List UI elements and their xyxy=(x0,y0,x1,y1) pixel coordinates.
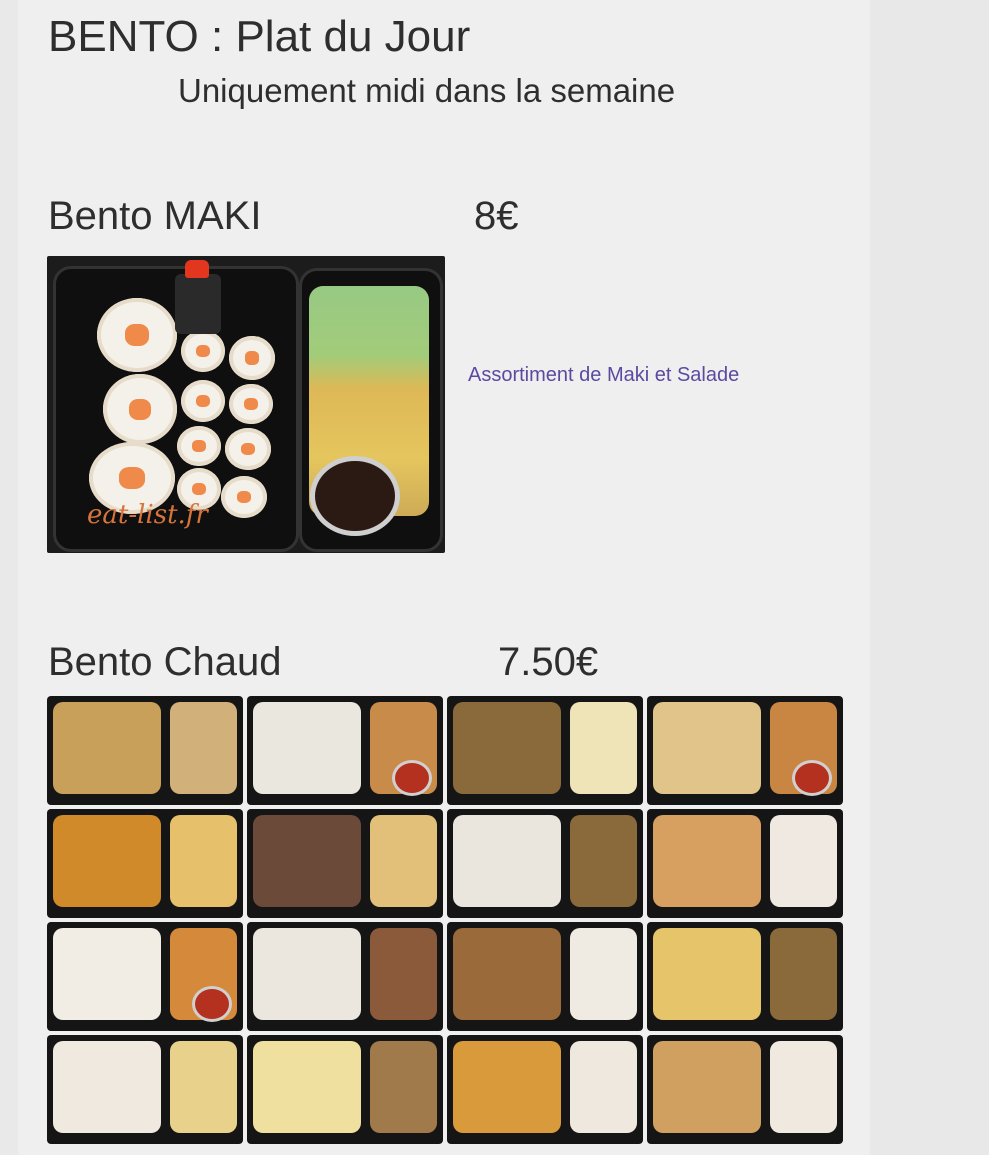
bento-compartment xyxy=(253,815,361,907)
bento-compartment xyxy=(570,815,637,907)
item-description-maki[interactable]: Assortiment de Maki et Salade xyxy=(468,364,739,387)
menu-page: BENTO : Plat du Jour Uniquement midi dan… xyxy=(18,0,870,1155)
sushi-roll xyxy=(103,374,177,444)
photo-watermark: eat-list.fr xyxy=(87,500,208,530)
bento-compartment xyxy=(53,1041,161,1133)
bento-compartment xyxy=(253,1041,361,1133)
bento-compartment xyxy=(53,815,161,907)
item-price-chaud: 7.50€ xyxy=(498,640,599,684)
bento-photo-tile xyxy=(447,922,643,1031)
bento-photo-tile xyxy=(447,1035,643,1144)
sushi-roll xyxy=(181,330,225,372)
bento-compartment xyxy=(770,1041,837,1133)
sushi-roll xyxy=(221,476,267,518)
bento-photo-tile xyxy=(247,809,443,918)
sauce-cup xyxy=(395,763,429,793)
bento-photo-tile xyxy=(247,922,443,1031)
bento-compartment xyxy=(53,928,161,1020)
bento-compartment xyxy=(453,1041,561,1133)
bento-compartment xyxy=(53,702,161,794)
bento-photo-tile xyxy=(447,809,643,918)
bento-compartment xyxy=(653,815,761,907)
bento-photo-tile xyxy=(247,1035,443,1144)
sushi-roll xyxy=(225,428,271,470)
bento-photo-tile xyxy=(647,922,843,1031)
bento-compartment xyxy=(770,928,837,1020)
soy-bottle xyxy=(175,274,221,334)
sauce-cup xyxy=(795,763,829,793)
item-price-maki: 8€ xyxy=(474,194,519,238)
bento-photo-tile xyxy=(47,809,243,918)
bento-photo-tile xyxy=(47,922,243,1031)
bento-compartment xyxy=(170,1041,237,1133)
bento-compartment xyxy=(653,928,761,1020)
bento-compartment xyxy=(570,928,637,1020)
sushi-roll xyxy=(229,384,273,424)
bento-photo-tile xyxy=(647,809,843,918)
sushi-roll xyxy=(177,426,221,466)
bento-compartment xyxy=(170,702,237,794)
bento-compartment xyxy=(653,1041,761,1133)
bento-compartment xyxy=(453,815,561,907)
item-name-chaud: Bento Chaud xyxy=(48,640,282,684)
bento-compartment xyxy=(570,702,637,794)
soy-bottle-cap xyxy=(185,260,209,278)
bento-compartment xyxy=(453,928,561,1020)
sushi-roll xyxy=(97,298,177,372)
bento-compartment xyxy=(370,928,437,1020)
page-subtitle: Uniquement midi dans la semaine xyxy=(178,72,676,109)
bento-compartment xyxy=(453,702,561,794)
bento-compartment xyxy=(370,1041,437,1133)
bento-photo-tile xyxy=(47,696,243,805)
page-edge xyxy=(870,0,989,1155)
sushi-roll xyxy=(229,336,275,380)
bento-photo-tile xyxy=(447,696,643,805)
sushi-roll xyxy=(181,380,225,422)
bento-compartment xyxy=(253,928,361,1020)
bento-photo-tile xyxy=(647,1035,843,1144)
bento-photo-tile xyxy=(247,696,443,805)
item-name-maki: Bento MAKI xyxy=(48,194,262,238)
sauce-cup xyxy=(195,989,229,1019)
page-title: BENTO : Plat du Jour xyxy=(48,12,471,61)
bento-compartment xyxy=(570,1041,637,1133)
bento-compartment xyxy=(653,702,761,794)
bento-chaud-gallery xyxy=(47,696,845,1146)
bento-compartment xyxy=(370,815,437,907)
bento-photo-tile xyxy=(647,696,843,805)
bento-photo-tile xyxy=(47,1035,243,1144)
sauce-cup xyxy=(315,461,395,531)
bento-compartment xyxy=(170,815,237,907)
maki-bento-photo: eat-list.fr xyxy=(47,256,445,553)
bento-compartment xyxy=(770,815,837,907)
bento-compartment xyxy=(253,702,361,794)
